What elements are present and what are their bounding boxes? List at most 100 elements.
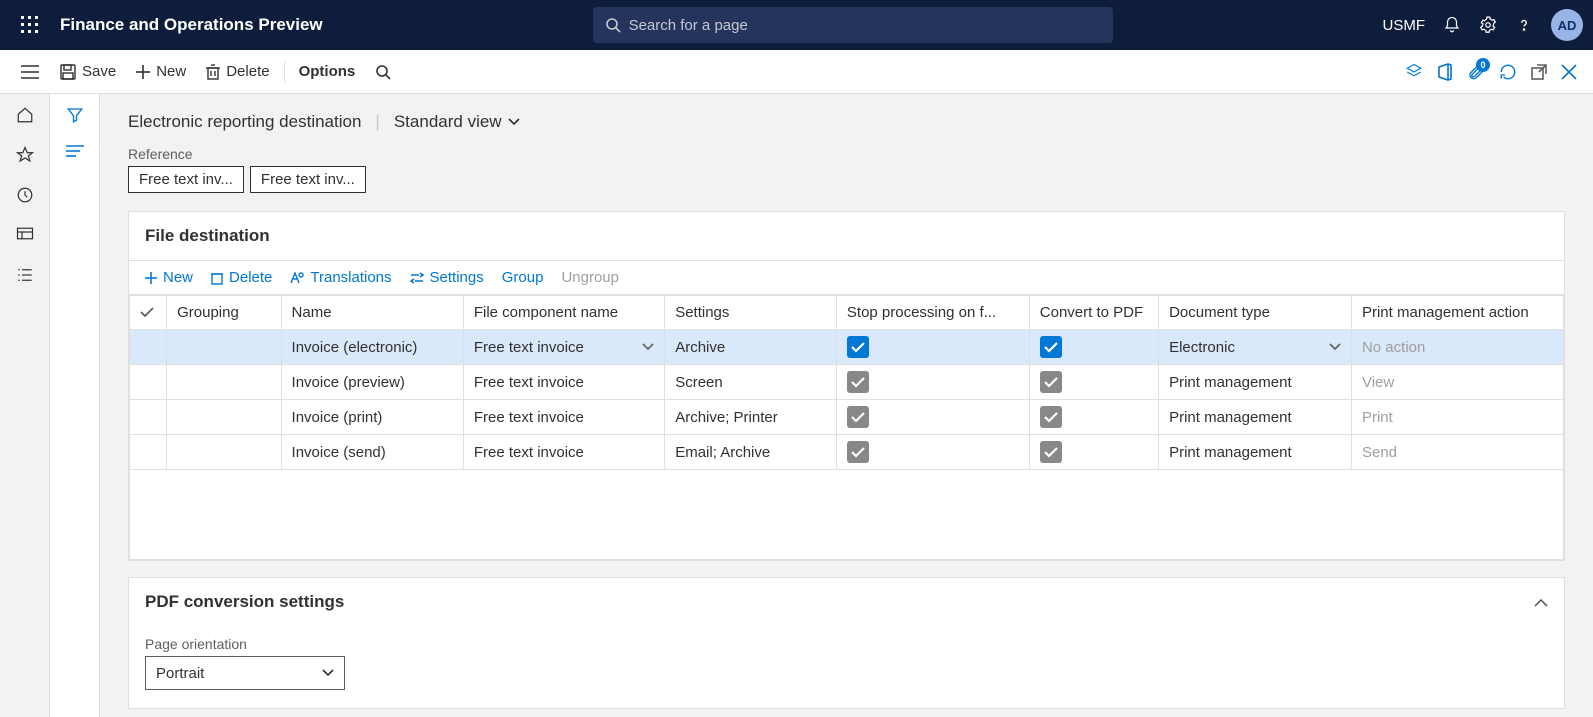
checkbox[interactable]	[847, 336, 869, 358]
reference-pill[interactable]: Free text inv...	[250, 166, 366, 193]
cell-pdf	[1029, 330, 1158, 365]
grid-settings-button[interactable]: Settings	[410, 269, 484, 286]
checkbox[interactable]	[1040, 336, 1062, 358]
search-icon	[605, 17, 621, 33]
col-stop[interactable]: Stop processing on f...	[836, 296, 1029, 330]
cell-file: Free text invoice	[463, 435, 664, 470]
action-bar: Save New Delete Options 0	[0, 50, 1593, 94]
cell-name: Invoice (print)	[281, 400, 463, 435]
search-icon	[375, 64, 391, 80]
filter-rail	[50, 94, 100, 717]
chevron-down-icon	[642, 343, 654, 351]
chevron-up-icon[interactable]	[1534, 598, 1548, 607]
grid-new-button[interactable]: New	[145, 269, 193, 286]
col-file[interactable]: File component name	[463, 296, 664, 330]
grid-group-button[interactable]: Group	[502, 269, 544, 286]
office-icon[interactable]	[1437, 63, 1453, 81]
checkbox[interactable]	[847, 441, 869, 463]
cell-file: Free text invoice	[463, 400, 664, 435]
bell-icon[interactable]	[1443, 16, 1461, 34]
grid-delete-button[interactable]: Delete	[211, 269, 272, 286]
breadcrumb: Electronic reporting destination | Stand…	[128, 112, 1565, 132]
cell-pdf	[1029, 365, 1158, 400]
file-destination-grid[interactable]: Grouping Name File component name Settin…	[129, 295, 1564, 470]
options-button[interactable]: Options	[289, 57, 366, 86]
view-selector[interactable]: Standard view	[394, 112, 520, 132]
col-pdf[interactable]: Convert to PDF	[1029, 296, 1158, 330]
refresh-icon[interactable]	[1499, 63, 1517, 81]
cell-stop	[836, 435, 1029, 470]
cell-name: Invoice (electronic)	[281, 330, 463, 365]
table-row[interactable]: Invoice (preview)Free text invoiceScreen…	[130, 365, 1564, 400]
gear-icon[interactable]	[1479, 16, 1497, 34]
recent-icon[interactable]	[16, 186, 34, 204]
attach-badge: 0	[1476, 58, 1490, 72]
grid-translations-button[interactable]: Translations	[290, 269, 391, 286]
reference-pill[interactable]: Free text inv...	[128, 166, 244, 193]
checkbox[interactable]	[1040, 371, 1062, 393]
modules-icon[interactable]	[16, 266, 34, 284]
checkbox[interactable]	[1040, 441, 1062, 463]
pdf-conversion-header[interactable]: PDF conversion settings	[129, 578, 1564, 626]
table-row[interactable]: Invoice (send)Free text invoiceEmail; Ar…	[130, 435, 1564, 470]
file-destination-panel: File destination New Delete Translations…	[128, 211, 1565, 561]
cell-pma: No action	[1351, 330, 1563, 365]
col-name[interactable]: Name	[281, 296, 463, 330]
cell-pdf	[1029, 435, 1158, 470]
cell-settings: Archive	[665, 330, 837, 365]
pdf-conversion-panel: PDF conversion settings Page orientation…	[128, 577, 1565, 709]
delete-button[interactable]: Delete	[196, 57, 279, 86]
save-button[interactable]: Save	[50, 57, 126, 86]
cell-name: Invoice (send)	[281, 435, 463, 470]
reference-label: Reference	[128, 146, 1565, 162]
app-title: Finance and Operations Preview	[50, 15, 323, 35]
checkbox[interactable]	[847, 371, 869, 393]
actionbar-search-button[interactable]	[365, 58, 401, 86]
cell-doctype: Print management	[1159, 365, 1352, 400]
avatar[interactable]: AD	[1551, 9, 1583, 41]
cell-settings: Email; Archive	[665, 435, 837, 470]
trash-icon	[206, 64, 220, 80]
hamburger-icon[interactable]	[10, 65, 50, 79]
col-settings[interactable]: Settings	[665, 296, 837, 330]
star-icon[interactable]	[16, 146, 34, 164]
related-icon[interactable]	[66, 144, 84, 158]
home-icon[interactable]	[16, 106, 34, 124]
table-row[interactable]: Invoice (electronic)Free text invoiceArc…	[130, 330, 1564, 365]
cell-stop	[836, 400, 1029, 435]
cell-settings: Screen	[665, 365, 837, 400]
grid-ungroup-button: Ungroup	[561, 269, 619, 286]
cell-stop	[836, 330, 1029, 365]
company-code[interactable]: USMF	[1383, 17, 1426, 34]
col-doctype[interactable]: Document type	[1159, 296, 1352, 330]
attach-icon[interactable]: 0	[1467, 63, 1485, 81]
chevron-down-icon	[1329, 343, 1341, 351]
orientation-label: Page orientation	[145, 636, 1548, 652]
table-row[interactable]: Invoice (print)Free text invoiceArchive;…	[130, 400, 1564, 435]
cell-doctype: Print management	[1159, 435, 1352, 470]
waffle-icon[interactable]	[10, 16, 50, 34]
popout-icon[interactable]	[1531, 64, 1547, 80]
dataverse-icon[interactable]	[1405, 63, 1423, 81]
col-select[interactable]	[130, 296, 167, 330]
chevron-down-icon	[322, 669, 334, 677]
search-placeholder: Search for a page	[629, 17, 748, 34]
col-grouping[interactable]: Grouping	[167, 296, 281, 330]
close-icon[interactable]	[1561, 64, 1577, 80]
file-destination-header[interactable]: File destination	[129, 212, 1564, 260]
orientation-select[interactable]: Portrait	[145, 656, 345, 690]
checkbox[interactable]	[1040, 406, 1062, 428]
cell-settings: Archive; Printer	[665, 400, 837, 435]
top-navbar: Finance and Operations Preview Search fo…	[0, 0, 1593, 50]
cell-pdf	[1029, 400, 1158, 435]
save-icon	[60, 64, 76, 80]
funnel-icon[interactable]	[66, 106, 84, 124]
col-pma[interactable]: Print management action	[1351, 296, 1563, 330]
workspace-icon[interactable]	[16, 226, 34, 244]
checkbox[interactable]	[847, 406, 869, 428]
new-button[interactable]: New	[126, 57, 196, 86]
cell-doctype: Print management	[1159, 400, 1352, 435]
global-search[interactable]: Search for a page	[593, 7, 1113, 43]
help-icon[interactable]	[1515, 16, 1533, 34]
left-nav-rail	[0, 94, 50, 717]
